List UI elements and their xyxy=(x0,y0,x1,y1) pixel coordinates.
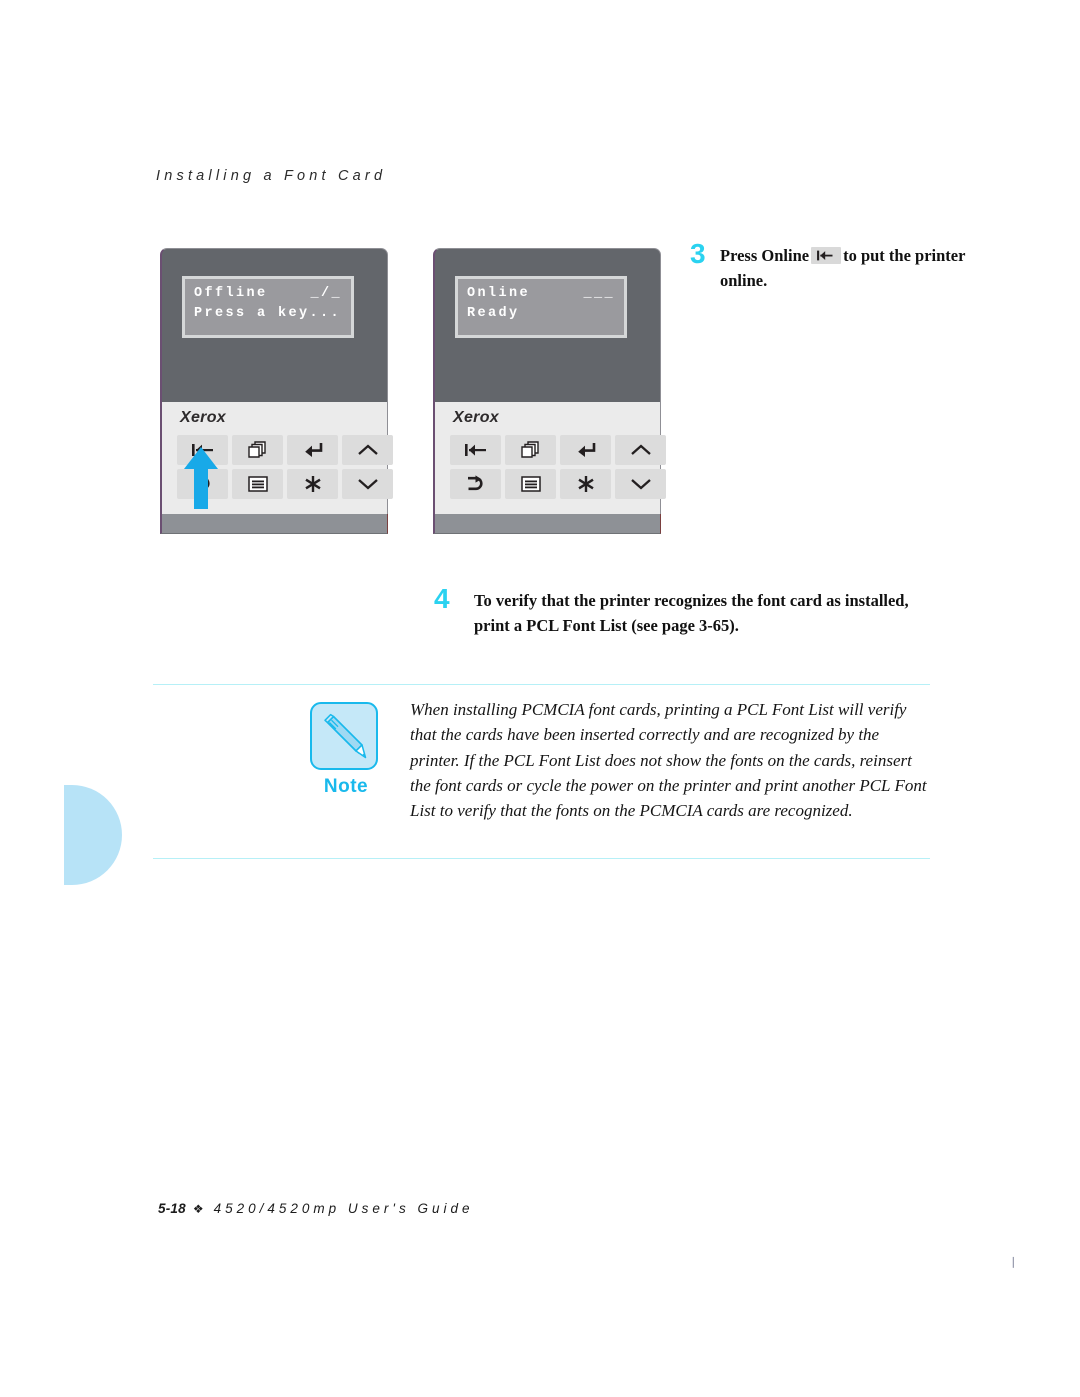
return-arrow-icon xyxy=(304,443,322,457)
panel-foot xyxy=(433,514,661,534)
online-key[interactable] xyxy=(450,435,501,465)
lcd-line-2: Press a key... xyxy=(194,306,342,321)
lcd-line-1: Offline xyxy=(194,286,268,301)
chevron-down-icon xyxy=(357,479,378,490)
form-feed-key[interactable] xyxy=(505,435,556,465)
lcd-line-1: Online xyxy=(467,286,531,301)
keypad-online: Xerox xyxy=(433,402,666,514)
xerox-logo: Xerox xyxy=(453,409,499,426)
corner-registration-mark: │ xyxy=(1010,1257,1017,1267)
note-label: Note xyxy=(323,776,369,797)
xerox-logo: Xerox xyxy=(180,409,226,426)
step-3-number: 3 xyxy=(690,238,706,269)
step-4-text: To verify that the printer recognizes th… xyxy=(474,591,909,635)
menu-lines-icon xyxy=(247,476,268,492)
key-grid xyxy=(450,435,666,499)
footer-diamond-icon: ❖ xyxy=(192,1202,204,1216)
panel-foot xyxy=(160,514,388,534)
asterisk-key[interactable] xyxy=(287,469,338,499)
printer-control-panel-online: Online ___ Ready Xerox xyxy=(433,248,666,534)
lcd-line-2: Ready xyxy=(467,306,520,321)
note-rule-top xyxy=(153,684,930,685)
step-3-text-before: Press Online xyxy=(720,246,810,265)
asterisk-key[interactable] xyxy=(560,469,611,499)
form-feed-key[interactable] xyxy=(232,435,283,465)
pencil-icon xyxy=(324,713,367,759)
arrow-to-bar-left-icon xyxy=(464,444,486,456)
stacked-pages-icon xyxy=(247,441,266,458)
chevron-up-icon xyxy=(357,444,378,455)
up-key[interactable] xyxy=(615,435,666,465)
down-key[interactable] xyxy=(615,469,666,499)
footer-page-number: 5-18 xyxy=(158,1201,186,1216)
menu-lines-icon xyxy=(520,476,541,492)
cancel-key[interactable] xyxy=(450,469,501,499)
asterisk-icon xyxy=(577,476,594,492)
chevron-down-icon xyxy=(630,479,651,490)
menu-key[interactable] xyxy=(505,469,556,499)
enter-key[interactable] xyxy=(560,435,611,465)
lcd-status-indicator: ___ xyxy=(583,286,615,301)
note-icon-square xyxy=(310,702,378,770)
curved-arrow-right-icon xyxy=(467,475,483,491)
margin-thumb-tab xyxy=(64,785,122,885)
step-4-number: 4 xyxy=(434,583,450,614)
arrow-to-bar-left-icon xyxy=(817,250,833,261)
step-3-text: Press Online to put the printer online. xyxy=(720,243,990,293)
note-rule-bottom xyxy=(153,858,930,859)
page-footer: 5-18 ❖ 4520/4520mp User's Guide xyxy=(158,1200,474,1218)
running-header: Installing a Font Card xyxy=(156,168,387,184)
footer-title: 4520/4520mp User's Guide xyxy=(213,1201,474,1216)
note-body-text: When installing PCMCIA font cards, print… xyxy=(410,700,927,821)
menu-key[interactable] xyxy=(232,469,283,499)
lcd-display-offline: Offline _/_ Press a key... xyxy=(182,276,354,338)
chevron-up-icon xyxy=(630,444,651,455)
enter-key[interactable] xyxy=(287,435,338,465)
asterisk-icon xyxy=(304,476,321,492)
inline-online-key[interactable] xyxy=(811,247,842,264)
callout-up-arrow-icon xyxy=(184,447,218,509)
lcd-status-indicator: _/_ xyxy=(310,286,342,301)
lcd-display-online: Online ___ Ready xyxy=(455,276,627,338)
stacked-pages-icon xyxy=(520,441,539,458)
up-key[interactable] xyxy=(342,435,393,465)
down-key[interactable] xyxy=(342,469,393,499)
return-arrow-icon xyxy=(577,443,595,457)
note-icon-block: Note xyxy=(310,702,382,798)
